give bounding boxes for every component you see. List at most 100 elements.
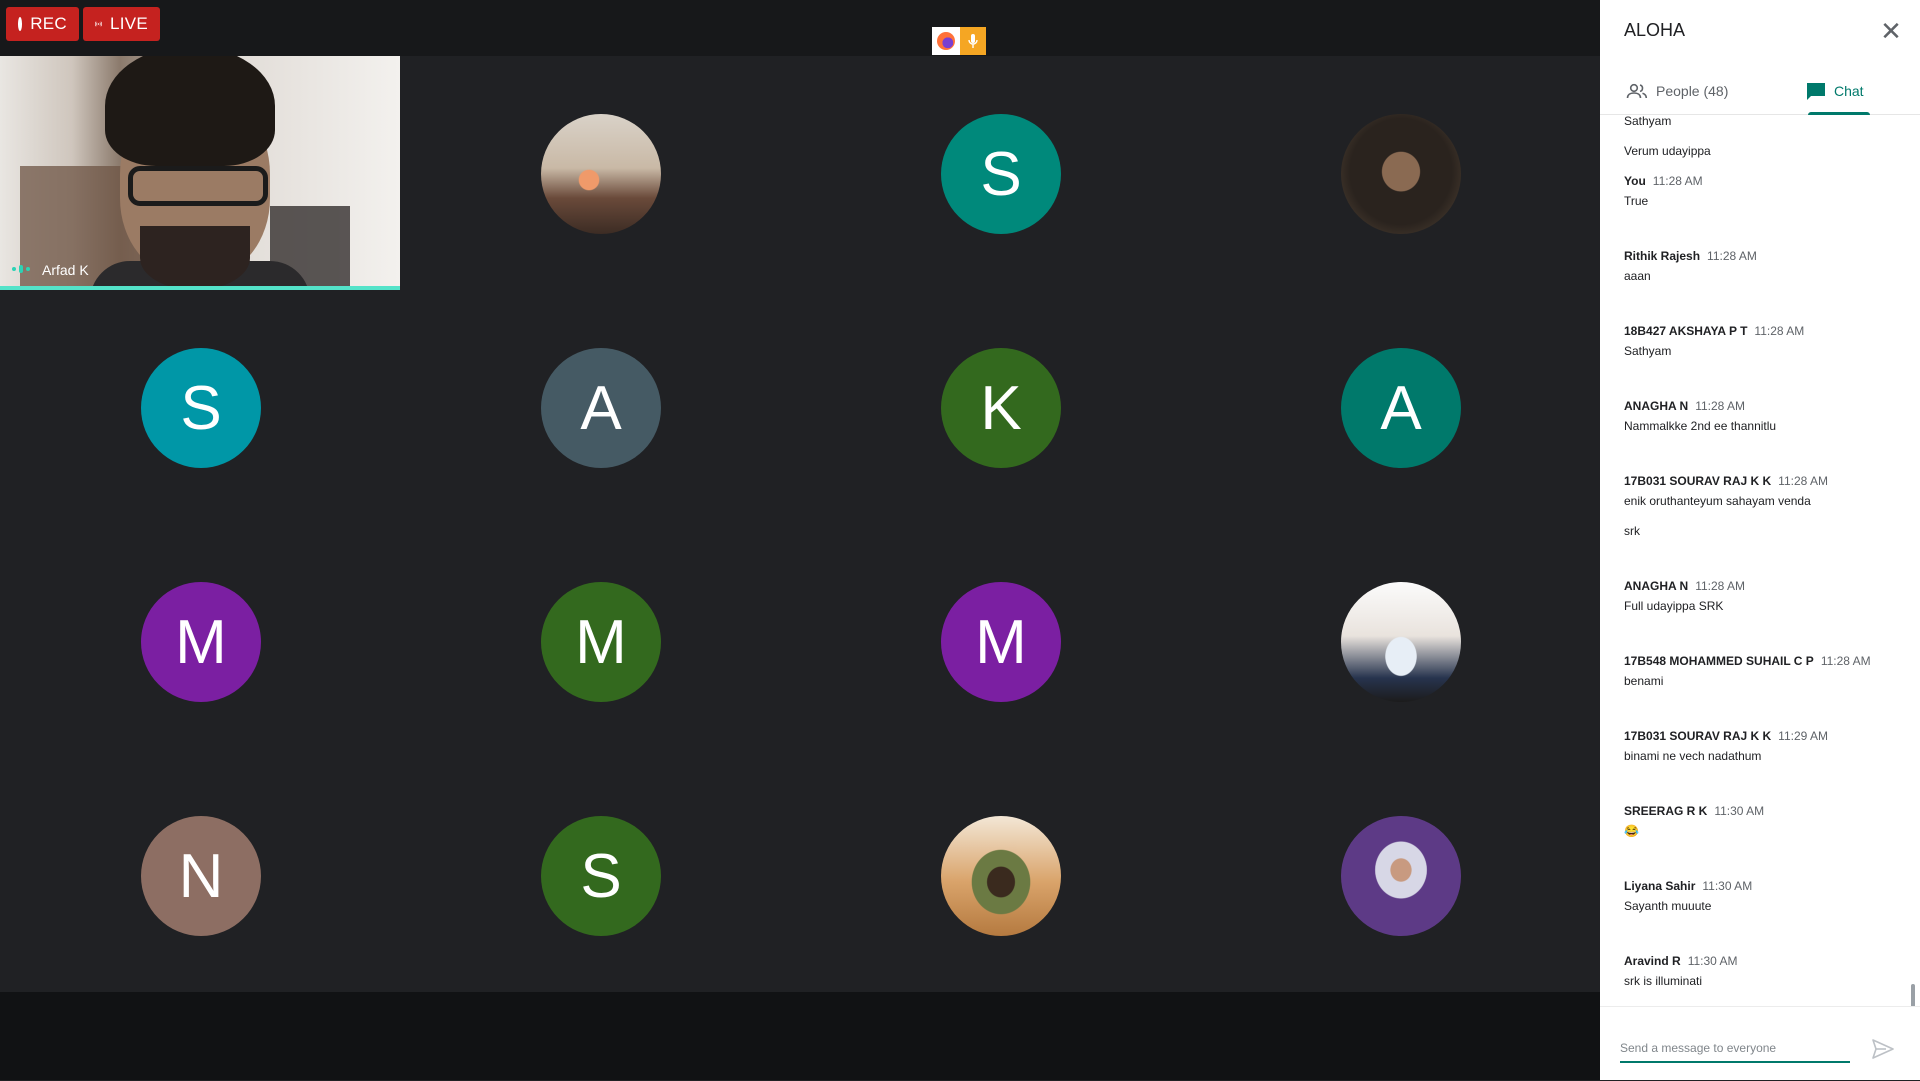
message-input[interactable] (1620, 1035, 1850, 1063)
chat-message-text: True (1624, 194, 1649, 208)
participant-tile[interactable]: M (800, 524, 1200, 758)
live-label: LIVE (109, 14, 148, 33)
participant-tile[interactable]: A (400, 290, 800, 524)
chat-sender: 17B031 SOURAV RAJ K K (1624, 474, 1772, 488)
chat-message-text: binami ne vech nadathum (1624, 749, 1762, 763)
chat-message-header: 17B031 SOURAV RAJ K K 11:29 AM (1624, 729, 1828, 743)
firefox-icon (932, 27, 960, 55)
chat-timestamp: 11:28 AM (1778, 474, 1828, 488)
chat-message-header: ANAGHA N 11:28 AM (1624, 399, 1745, 413)
chat-timestamp: 11:30 AM (1714, 804, 1765, 818)
chat-message-text: Full udayippa SRK (1624, 599, 1724, 613)
chat-timestamp: 11:30 AM (1702, 879, 1753, 893)
tab-people[interactable]: People (48) (1626, 68, 1728, 114)
chat-timestamp: 11:29 AM (1778, 729, 1828, 743)
participant-avatar: M (541, 582, 661, 702)
participant-tile[interactable] (400, 56, 800, 290)
chat-timestamp: 11:28 AM (1754, 324, 1805, 338)
participant-avatar: K (941, 348, 1061, 468)
participant-avatar: N (141, 816, 261, 936)
chat-timestamp: 11:30 AM (1687, 954, 1738, 968)
chat-timestamp: 11:28 AM (1820, 654, 1871, 668)
chat-sender: Aravind R (1624, 954, 1681, 968)
participant-avatar: M (941, 582, 1061, 702)
participant-tile[interactable] (800, 758, 1200, 992)
chat-message-list[interactable]: Sathyam Verum udayippa You 11:28 AM True Rith… (1600, 114, 1920, 1006)
screen-share-indicator (932, 27, 986, 55)
participant-avatar: S (941, 114, 1061, 234)
chat-message-header: 17B031 SOURAV RAJ K K 11:28 AM (1624, 474, 1828, 488)
tab-chat[interactable]: Chat (1806, 68, 1864, 114)
chat-sender: ANAGHA N (1624, 579, 1689, 593)
chat-message-text: Sathyam (1624, 344, 1672, 358)
chat-message-text: Verum udayippa (1624, 144, 1711, 158)
participant-tile[interactable]: A (1200, 290, 1600, 524)
chat-sender: You (1624, 174, 1646, 188)
participant-tile[interactable]: M (0, 524, 400, 758)
chat-sender: Rithik Rajesh (1624, 249, 1701, 263)
participant-tile[interactable]: M (400, 524, 800, 758)
chat-timestamp: 11:28 AM (1695, 399, 1746, 413)
photo-avatar (1341, 816, 1461, 936)
recording-badge[interactable]: REC (6, 7, 79, 41)
chat-message-text: benami (1624, 674, 1664, 688)
participant-avatar: S (141, 348, 261, 468)
chat-message-header: 17B548 MOHAMMED SUHAIL C P 11:28 AM (1624, 654, 1871, 668)
record-dot-icon (18, 17, 23, 31)
chat-timestamp: 11:28 AM (1707, 249, 1757, 263)
participant-tile[interactable] (1200, 758, 1600, 992)
participant-tile[interactable]: S (0, 290, 400, 524)
side-panel: ALOHA ✕ People (48) Chat Sathyam Verum ud… (1600, 0, 1920, 1080)
participant-avatar: A (1341, 348, 1461, 468)
speaking-indicator-icon (12, 265, 34, 273)
chat-icon (1807, 82, 1825, 100)
message-composer (1600, 1006, 1920, 1081)
chat-message-text: Sathyam (1624, 114, 1672, 128)
participant-name: Arfad K (42, 262, 89, 278)
participant-tile[interactable] (1200, 56, 1600, 290)
participant-tile[interactable]: S (800, 56, 1200, 290)
participant-avatar: S (541, 816, 661, 936)
participant-tile[interactable]: S (400, 758, 800, 992)
bottom-control-area (0, 992, 1600, 1080)
active-speaker-bar (0, 286, 400, 290)
chat-timestamp: 11:28 AM (1695, 579, 1746, 593)
participant-avatar: A (541, 348, 661, 468)
chat-message-header: Liyana Sahir 11:30 AM (1624, 879, 1752, 893)
photo-avatar (541, 114, 661, 234)
close-icon[interactable]: ✕ (1878, 18, 1904, 44)
chat-scrollbar[interactable] (1911, 984, 1915, 1006)
chat-sender: ANAGHA N (1624, 399, 1689, 413)
panel-tabs: People (48) Chat (1600, 68, 1920, 115)
microphone-icon (960, 27, 986, 55)
chat-timestamp: 11:28 AM (1652, 174, 1703, 188)
photo-avatar (1341, 114, 1461, 234)
meeting-title: ALOHA (1624, 20, 1686, 40)
chat-sender: SREERAG R K (1624, 804, 1708, 818)
video-tile-active[interactable]: Arfad K (0, 56, 400, 290)
chat-message-header: SREERAG R K 11:30 AM (1624, 804, 1764, 818)
tab-people-label: People (48) (1656, 83, 1729, 99)
chat-message-text: enik oruthanteyum sahayam venda (1624, 494, 1811, 508)
send-icon[interactable] (1872, 1039, 1894, 1059)
live-badge[interactable]: LIVE (83, 7, 160, 41)
broadcast-icon (95, 21, 102, 27)
chat-message-header: 18B427 AKSHAYA P T 11:28 AM (1624, 324, 1804, 338)
chat-sender: 17B031 SOURAV RAJ K K (1624, 729, 1772, 743)
chat-message-text: srk (1624, 524, 1640, 538)
participant-tile[interactable] (1200, 524, 1600, 758)
chat-sender: 17B548 MOHAMMED SUHAIL C P (1624, 654, 1814, 668)
participant-tile[interactable]: N (0, 758, 400, 992)
people-icon (1626, 83, 1648, 99)
photo-avatar (941, 816, 1061, 936)
chat-message-text: Nammalkke 2nd ee thannitlu (1624, 419, 1777, 433)
chat-message-text: srk is illuminati (1624, 974, 1703, 988)
chat-message-text: Sayanth muuute (1624, 899, 1712, 913)
photo-avatar (1341, 582, 1461, 702)
top-bar: REC LIVE (0, 0, 1600, 56)
chat-message-text: 😂 (1624, 824, 1639, 838)
participant-avatar: M (141, 582, 261, 702)
chat-message-header: You 11:28 AM (1624, 174, 1703, 188)
chat-message-header: Rithik Rajesh 11:28 AM (1624, 249, 1757, 263)
participant-tile[interactable]: K (800, 290, 1200, 524)
